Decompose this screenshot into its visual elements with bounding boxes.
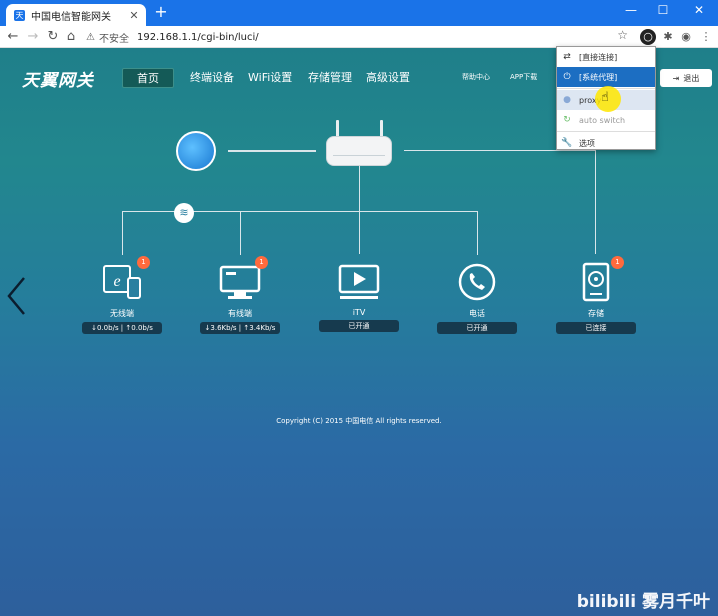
nav-advanced[interactable]: 高级设置 <box>352 68 424 88</box>
app-download-link[interactable]: APP下载 <box>510 72 537 82</box>
logout-label: 退出 <box>683 73 700 83</box>
browser-titlebar: 天 中国电信智能网关 ✕ + — ☐ ✕ <box>0 0 718 26</box>
wrench-icon: 🔧 <box>561 138 573 148</box>
popup-item-label: auto switch <box>579 115 626 125</box>
maximize-button[interactable]: ☐ <box>648 0 678 22</box>
popup-item-auto-switch[interactable]: ↻ auto switch <box>557 110 655 130</box>
site-favicon-icon: 天 <box>14 9 25 21</box>
svg-text:e: e <box>113 273 120 290</box>
prev-arrow-icon[interactable] <box>6 276 26 316</box>
count-badge: 1 <box>255 256 268 269</box>
bilibili-watermark: bilibili 雾月千叶 <box>576 592 710 612</box>
profile-avatar-icon[interactable]: ◉ <box>678 29 694 45</box>
home-icon[interactable]: ⌂ <box>62 28 80 46</box>
device-phone[interactable]: 电话 已开通 <box>437 262 517 334</box>
tab-title: 中国电信智能网关 <box>31 11 111 23</box>
reload-icon[interactable]: ↻ <box>44 28 62 46</box>
connector-line <box>228 150 316 152</box>
device-wireless[interactable]: e 1 无线端 ↓0.0b/s | ↑0.0b/s <box>82 256 162 334</box>
proxy-dot-icon: ● <box>563 95 571 105</box>
wired-monitor-icon: 1 <box>218 256 268 302</box>
warning-icon: ⚠ <box>86 31 95 43</box>
security-label: 不安全 <box>98 33 129 45</box>
bookmark-star-icon[interactable]: ☆ <box>617 28 628 42</box>
popup-item-label: [系统代理] <box>579 72 618 82</box>
popup-item-system-proxy[interactable]: ⏻ [系统代理] <box>557 67 655 87</box>
nav-home[interactable]: 首页 <box>122 68 174 88</box>
forward-icon[interactable]: → <box>24 28 42 46</box>
router-icon <box>326 136 392 166</box>
popup-item-proxy[interactable]: ● proxy ☝ <box>557 86 655 112</box>
device-label: 电话 <box>469 309 485 318</box>
popup-item-label: [直接连接] <box>579 52 618 62</box>
address-bar: ← → ↻ ⌂ ⚠ 不安全 192.168.1.1/cgi-bin/luci/ … <box>0 26 718 48</box>
url-text: 192.168.1.1/cgi-bin/luci/ <box>136 31 259 43</box>
menu-dots-icon[interactable]: ⋮ <box>698 29 714 45</box>
popup-item-options[interactable]: 🔧 选项 <box>557 133 655 153</box>
connector-line <box>122 211 123 255</box>
device-label: iTV <box>352 308 366 317</box>
internet-globe-icon <box>176 131 216 171</box>
url-input[interactable]: ⚠ 不安全 192.168.1.1/cgi-bin/luci/ ☆ <box>86 28 634 46</box>
connector-line <box>359 166 360 254</box>
copyright-text: Copyright (C) 2015 中国电信 All rights reser… <box>276 417 442 425</box>
popup-item-label: 选项 <box>579 138 595 148</box>
browser-tab[interactable]: 天 中国电信智能网关 ✕ <box>6 4 146 26</box>
device-wired[interactable]: 1 有线端 ↓3.6Kb/s | ↑3.4Kb/s <box>200 256 280 334</box>
hand-cursor-icon: ☝ <box>601 90 609 105</box>
extensions-puzzle-icon[interactable]: ✱ <box>660 29 676 45</box>
help-link[interactable]: 帮助中心 <box>462 72 490 82</box>
proxy-extension-icon[interactable]: ○ <box>640 29 656 45</box>
gateway-logo[interactable]: 天翼网关 <box>22 66 94 91</box>
device-itv[interactable]: iTV 已开通 <box>319 262 399 332</box>
phone-icon <box>455 262 499 302</box>
count-badge: 1 <box>611 256 624 269</box>
popup-divider <box>557 131 655 132</box>
connector-line <box>477 211 478 255</box>
proxy-extension-popup: ⇄ [直接连接] ⏻ [系统代理] ● proxy ☝ ↻ auto switc… <box>556 46 656 150</box>
logout-button[interactable]: ⇥ 退出 <box>660 69 712 87</box>
logout-icon: ⇥ <box>672 73 680 83</box>
connector-line <box>240 211 241 255</box>
device-status: 已开通 <box>319 320 399 332</box>
device-label: 有线端 <box>228 309 252 318</box>
tab-close-icon[interactable]: ✕ <box>126 9 142 22</box>
storage-disk-icon: 1 <box>574 256 624 302</box>
auto-switch-icon: ↻ <box>563 115 571 125</box>
device-status: ↓3.6Kb/s | ↑3.4Kb/s <box>200 322 280 334</box>
new-tab-button[interactable]: + <box>152 3 170 21</box>
connector-line <box>595 150 596 254</box>
popup-item-direct[interactable]: ⇄ [直接连接] <box>557 47 655 67</box>
direct-connect-icon: ⇄ <box>563 52 571 62</box>
count-badge: 1 <box>137 256 150 269</box>
device-status: 已连接 <box>556 322 636 334</box>
back-icon[interactable]: ← <box>4 28 22 46</box>
device-label: 无线端 <box>110 309 134 318</box>
device-storage[interactable]: 1 存储 已连接 <box>556 256 636 334</box>
device-status: 已开通 <box>437 322 517 334</box>
itv-play-icon <box>337 262 381 302</box>
power-icon: ⏻ <box>563 72 571 82</box>
wifi-icon: ≋ <box>174 203 194 223</box>
device-label: 存储 <box>588 309 604 318</box>
device-status: ↓0.0b/s | ↑0.0b/s <box>82 322 162 334</box>
close-window-button[interactable]: ✕ <box>684 0 714 22</box>
minimize-button[interactable]: — <box>616 0 646 22</box>
wireless-device-icon: e 1 <box>100 256 150 302</box>
